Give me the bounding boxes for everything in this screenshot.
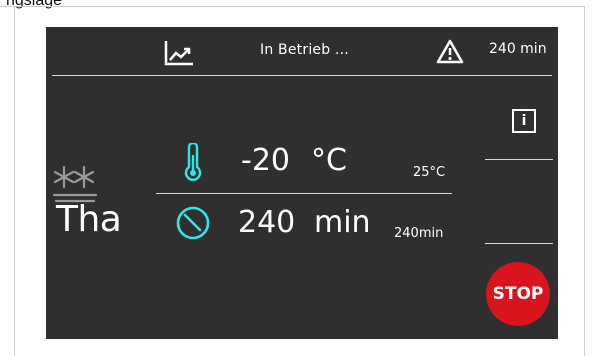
timer-setpoint[interactable]: 240 [238,205,295,240]
header-divider [52,75,552,76]
stop-button[interactable]: STOP [486,262,550,326]
clock-icon [176,206,210,240]
sidebar-divider [485,159,553,160]
frame-border-top [0,6,585,7]
info-icon: i [521,113,527,129]
status-text: In Betrieb ... [260,42,349,58]
warning-triangle-icon[interactable] [436,39,464,65]
thermometer-icon [184,143,202,181]
frame-border-left [14,6,15,356]
page-frame [0,0,596,4]
frame-border-right [584,6,585,356]
trend-chart-icon[interactable] [163,39,195,67]
remaining-time: 240 min [489,41,547,57]
temperature-unit: °C [311,143,347,178]
value-divider [156,193,452,194]
sidebar-divider [485,243,553,244]
timer-unit: min [314,205,371,240]
temperature-actual: 25°C [413,165,446,180]
mode-label: Tha [56,199,122,240]
timer-actual: 240min [394,226,444,241]
info-button[interactable]: i [512,109,536,133]
device-screen: In Betrieb ... 240 min i STOP Tha -20 °C… [46,27,558,339]
temperature-setpoint[interactable]: -20 [241,143,290,178]
